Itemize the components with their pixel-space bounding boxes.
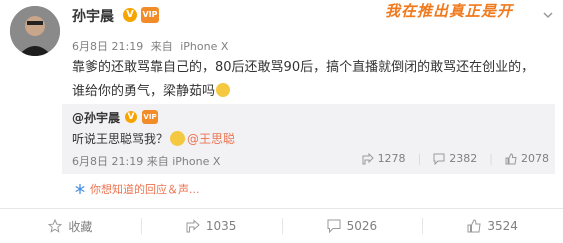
like-count: 3524 bbox=[487, 219, 518, 233]
snowflake-icon bbox=[75, 184, 85, 194]
repost-timestamp[interactable]: 6月8日 21:19 bbox=[72, 155, 143, 168]
weibo-post: 孙宇晨 V VIP 我在推出真正是开 6月8日 21:19 来自 iPhone … bbox=[0, 0, 563, 242]
repost-source-prefix: 来自 bbox=[146, 155, 169, 168]
repost-like-button[interactable]: 2078 bbox=[505, 152, 549, 165]
post-meta: 6月8日 21:19 来自 iPhone X bbox=[72, 38, 232, 54]
action-bar: 收藏 1035 5026 3524 bbox=[0, 208, 563, 243]
repost-share-count: 1278 bbox=[377, 152, 406, 165]
post-text: 靠爹的还敢骂靠自己的，80后还敢骂90后，搞个直播就倒闭的敢骂还在创业的， 谁给… bbox=[72, 56, 558, 104]
thumbs-up-icon bbox=[505, 152, 517, 164]
comment-icon bbox=[327, 219, 341, 233]
vip-badge-icon[interactable]: VIP bbox=[142, 110, 158, 124]
share-icon bbox=[362, 152, 374, 164]
repost-source[interactable]: iPhone X bbox=[172, 155, 220, 168]
repost-meta: 6月8日 21:19 来自 iPhone X bbox=[72, 153, 220, 169]
source[interactable]: iPhone X bbox=[180, 40, 228, 53]
like-button[interactable]: 3524 bbox=[422, 209, 563, 243]
vip-badge-icon[interactable]: VIP bbox=[141, 7, 159, 23]
related-topic-label[interactable]: 你想知道的回应＆声... bbox=[90, 181, 200, 197]
star-icon bbox=[48, 219, 63, 233]
repost-stats: 1278 | 2382 | 2078 bbox=[362, 152, 549, 165]
v-badge-icon: V bbox=[125, 111, 137, 123]
username[interactable]: 孙宇晨 bbox=[72, 6, 114, 26]
favorite-label: 收藏 bbox=[68, 219, 93, 234]
timestamp[interactable]: 6月8日 21:19 bbox=[72, 40, 143, 53]
chevron-down-icon[interactable] bbox=[541, 8, 555, 22]
share-button[interactable]: 1035 bbox=[140, 209, 282, 243]
share-count: 1035 bbox=[205, 219, 237, 233]
favorite-button[interactable]: 收藏 bbox=[0, 209, 141, 243]
promo-banner[interactable]: 我在推出真正是开 bbox=[385, 0, 545, 22]
smile-emoji-icon bbox=[170, 131, 186, 146]
avatar[interactable] bbox=[10, 6, 60, 56]
source-prefix: 来自 bbox=[150, 40, 173, 53]
doge-emoji-icon bbox=[216, 83, 231, 97]
share-icon bbox=[186, 219, 200, 233]
comment-button[interactable]: 5026 bbox=[281, 209, 423, 243]
repost-text: 听说王思聪骂我？ @王思聪 bbox=[72, 130, 235, 147]
repost-username[interactable]: @孙宇晨 bbox=[72, 109, 120, 126]
repost-comment-button[interactable]: 2382 bbox=[433, 152, 477, 165]
repost-like-count: 2078 bbox=[521, 152, 549, 165]
comment-icon bbox=[433, 153, 445, 165]
post-text-line-1: 靠爹的还敢骂靠自己的，80后还敢骂90后，搞个直播就倒闭的敢骂还在创业的， bbox=[72, 60, 535, 75]
divider: | bbox=[489, 152, 493, 165]
mention-link[interactable]: @王思聪 bbox=[187, 132, 235, 146]
comment-count: 5026 bbox=[346, 219, 378, 233]
repost-text-body: 听说王思聪骂我？ bbox=[72, 132, 169, 146]
repost-card[interactable]: @孙宇晨 V VIP 听说王思聪骂我？ @王思聪 6月8日 21:19 来自 iP… bbox=[62, 104, 555, 174]
repost-share-button[interactable]: 1278 bbox=[362, 152, 406, 165]
v-badge-icon: V bbox=[123, 8, 137, 22]
thumbs-up-icon bbox=[467, 219, 481, 233]
repost-comment-count: 2382 bbox=[449, 152, 478, 165]
divider: | bbox=[417, 152, 422, 165]
related-topic-link[interactable]: 你想知道的回应＆声... bbox=[74, 181, 200, 197]
post-text-line-2: 谁给你的勇气，梁静茹吗 bbox=[72, 84, 216, 99]
